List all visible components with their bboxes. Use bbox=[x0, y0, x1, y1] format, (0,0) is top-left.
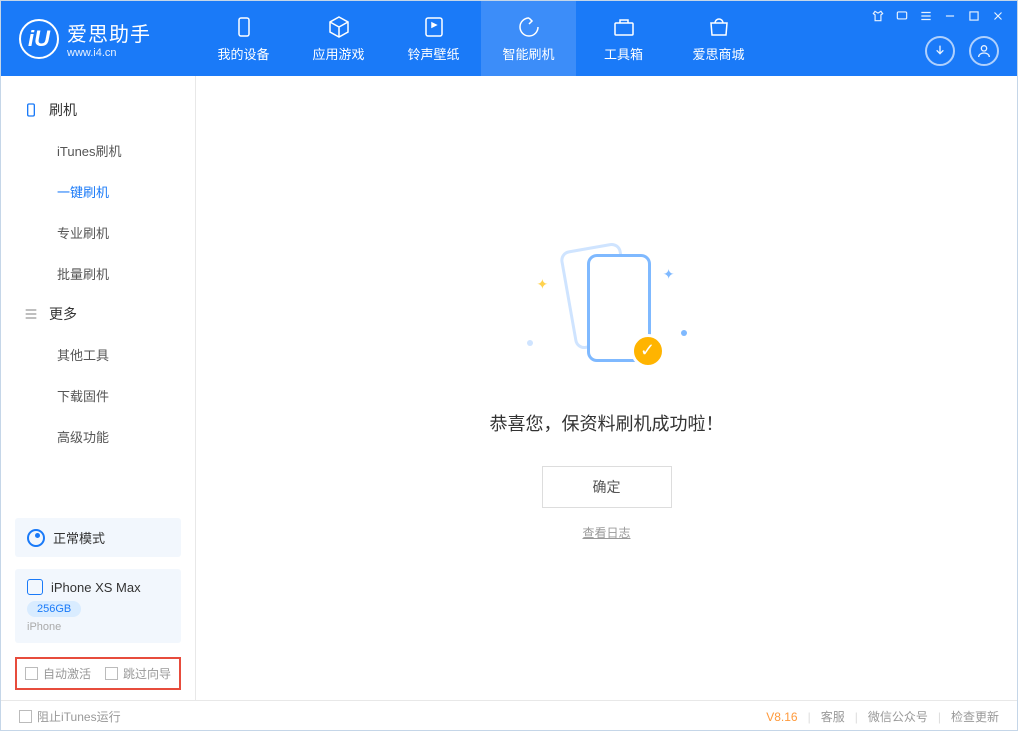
checkbox-box-icon bbox=[19, 710, 32, 723]
sidebar-item-batch-flash[interactable]: 批量刷机 bbox=[1, 253, 195, 294]
cube-icon bbox=[327, 15, 351, 39]
group-title: 刷机 bbox=[49, 100, 77, 120]
status-right: V8.16 | 客服 | 微信公众号 | 检查更新 bbox=[766, 708, 999, 725]
nav-label: 铃声壁纸 bbox=[407, 44, 459, 63]
ok-button[interactable]: 确定 bbox=[542, 466, 672, 508]
sidebar-group-flash: 刷机 bbox=[1, 90, 195, 130]
sparkle-icon: ✦ bbox=[663, 266, 675, 283]
dot-icon bbox=[681, 330, 687, 336]
header-actions bbox=[925, 36, 999, 66]
nav-tabs: 我的设备 应用游戏 铃声壁纸 智能刷机 工具箱 爱思商城 bbox=[196, 1, 766, 76]
sidebar: 刷机 iTunes刷机 一键刷机 专业刷机 批量刷机 更多 其他工具 下载固件 … bbox=[1, 76, 196, 700]
device-small-icon bbox=[27, 579, 43, 595]
app-logo-icon: iU bbox=[19, 19, 59, 59]
checkmark-badge-icon: ✓ bbox=[631, 334, 665, 368]
nav-tab-device[interactable]: 我的设备 bbox=[196, 1, 291, 76]
nav-tab-toolbox[interactable]: 工具箱 bbox=[576, 1, 671, 76]
nav-tab-store[interactable]: 爱思商城 bbox=[671, 1, 766, 76]
refresh-icon bbox=[517, 15, 541, 39]
sidebar-item-oneclick-flash[interactable]: 一键刷机 bbox=[1, 171, 195, 212]
version-label: V8.16 bbox=[766, 710, 797, 724]
sidebar-item-other-tools[interactable]: 其他工具 bbox=[1, 334, 195, 375]
sidebar-item-itunes-flash[interactable]: iTunes刷机 bbox=[1, 130, 195, 171]
sidebar-item-pro-flash[interactable]: 专业刷机 bbox=[1, 212, 195, 253]
device-name: iPhone XS Max bbox=[51, 580, 141, 595]
checkbox-auto-activate[interactable]: 自动激活 bbox=[25, 665, 91, 682]
status-left: 阻止iTunes运行 bbox=[19, 708, 121, 725]
download-button[interactable] bbox=[925, 36, 955, 66]
close-icon[interactable] bbox=[991, 9, 1005, 23]
dot-icon bbox=[527, 340, 533, 346]
status-bar: 阻止iTunes运行 V8.16 | 客服 | 微信公众号 | 检查更新 bbox=[1, 700, 1017, 732]
nav-tab-ringtones[interactable]: 铃声壁纸 bbox=[386, 1, 481, 76]
check-update-link[interactable]: 检查更新 bbox=[951, 708, 999, 725]
mode-icon bbox=[27, 529, 45, 547]
nav-label: 爱思商城 bbox=[692, 44, 744, 63]
account-button[interactable] bbox=[969, 36, 999, 66]
phone-icon bbox=[23, 102, 39, 118]
checkbox-block-itunes[interactable]: 阻止iTunes运行 bbox=[19, 708, 121, 725]
list-icon bbox=[23, 306, 39, 322]
nav-label: 智能刷机 bbox=[502, 44, 554, 63]
device-icon bbox=[232, 15, 256, 39]
nav-tab-apps[interactable]: 应用游戏 bbox=[291, 1, 386, 76]
wechat-link[interactable]: 微信公众号 bbox=[868, 708, 928, 725]
checkbox-label: 自动激活 bbox=[43, 665, 91, 682]
success-message: 恭喜您，保资料刷机成功啦！ bbox=[490, 410, 724, 436]
feedback-icon[interactable] bbox=[895, 9, 909, 23]
checkbox-label: 阻止iTunes运行 bbox=[37, 708, 121, 725]
checkbox-box-icon bbox=[105, 667, 118, 680]
sidebar-item-download-firmware[interactable]: 下载固件 bbox=[1, 375, 195, 416]
device-storage-badge: 256GB bbox=[27, 601, 81, 617]
nav-tab-flash[interactable]: 智能刷机 bbox=[481, 1, 576, 76]
sparkle-icon: ✦ bbox=[537, 276, 549, 293]
sidebar-group-more: 更多 bbox=[1, 294, 195, 334]
nav-label: 应用游戏 bbox=[312, 44, 364, 63]
tshirt-icon[interactable] bbox=[871, 9, 885, 23]
menu-icon[interactable] bbox=[919, 9, 933, 23]
main-content: ✓ ✦ ✦ 恭喜您，保资料刷机成功啦！ 确定 查看日志 bbox=[196, 76, 1017, 700]
store-icon bbox=[707, 15, 731, 39]
user-icon bbox=[976, 43, 992, 59]
app-title: 爱思助手 bbox=[67, 18, 151, 47]
minimize-icon[interactable] bbox=[943, 9, 957, 23]
app-header: iU 爱思助手 www.i4.cn 我的设备 应用游戏 铃声壁纸 智能刷机 工具… bbox=[1, 1, 1017, 76]
window-controls bbox=[871, 9, 1005, 23]
success-illustration: ✓ ✦ ✦ bbox=[507, 236, 707, 386]
logo-area: iU 爱思助手 www.i4.cn bbox=[1, 18, 196, 59]
view-log-link[interactable]: 查看日志 bbox=[582, 524, 630, 541]
checkbox-label: 跳过向导 bbox=[123, 665, 171, 682]
body: 刷机 iTunes刷机 一键刷机 专业刷机 批量刷机 更多 其他工具 下载固件 … bbox=[1, 76, 1017, 700]
checkbox-row: 自动激活 跳过向导 bbox=[15, 657, 181, 690]
device-card[interactable]: iPhone XS Max 256GB iPhone bbox=[15, 569, 181, 643]
checkbox-skip-wizard[interactable]: 跳过向导 bbox=[105, 665, 171, 682]
logo-text: 爱思助手 www.i4.cn bbox=[67, 18, 151, 59]
nav-label: 工具箱 bbox=[604, 44, 643, 63]
app-url: www.i4.cn bbox=[67, 47, 151, 59]
nav-label: 我的设备 bbox=[217, 44, 269, 63]
mode-label: 正常模式 bbox=[53, 528, 105, 547]
toolbox-icon bbox=[612, 15, 636, 39]
maximize-icon[interactable] bbox=[967, 9, 981, 23]
device-type: iPhone bbox=[27, 621, 169, 633]
customer-service-link[interactable]: 客服 bbox=[821, 708, 845, 725]
download-icon bbox=[932, 43, 948, 59]
mode-card[interactable]: 正常模式 bbox=[15, 518, 181, 557]
checkbox-box-icon bbox=[25, 667, 38, 680]
group-title: 更多 bbox=[49, 304, 77, 324]
sidebar-item-advanced[interactable]: 高级功能 bbox=[1, 416, 195, 457]
music-icon bbox=[422, 15, 446, 39]
